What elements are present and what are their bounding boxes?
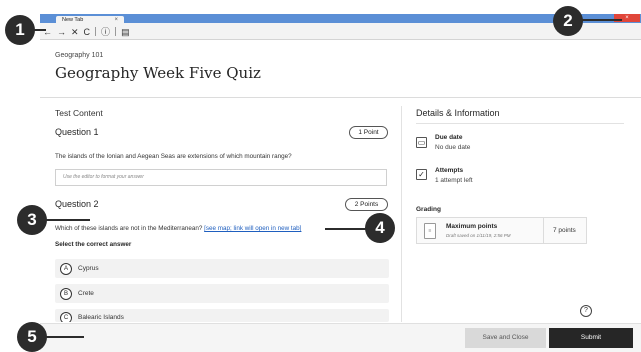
info-icon[interactable]: ⓘ: [101, 25, 110, 39]
question-1-title: Question 1: [55, 127, 99, 137]
select-answer-label: Select the correct answer: [55, 241, 132, 248]
question-2-title: Question 2: [55, 199, 99, 209]
question-2-points-badge: 2 Points: [345, 198, 388, 211]
max-points-value: 7 points: [553, 227, 576, 234]
question-1-text: The islands of the Ionian and Aegean Sea…: [55, 153, 292, 160]
forward-icon[interactable]: →: [57, 25, 66, 39]
toolbar-divider: [115, 27, 117, 36]
callout-5-line: [46, 336, 84, 338]
browser-toolbar: ← → ✕ C ⓘ ▤: [40, 24, 130, 39]
column-divider: [401, 106, 402, 322]
max-points-label: Maximum points: [446, 223, 498, 230]
callout-1-line: [34, 29, 46, 31]
map-link[interactable]: [see map; link will open in new tab]: [204, 225, 301, 232]
option-letter: A: [60, 262, 72, 275]
attempts-label: Attempts: [435, 167, 464, 174]
due-date-value: No due date: [435, 144, 471, 151]
callout-5: 5: [17, 322, 47, 352]
option-letter: C: [60, 312, 72, 322]
callout-4: 4: [365, 213, 395, 243]
section-label: Test Content: [55, 108, 103, 118]
option-text: Balearic Islands: [78, 314, 124, 321]
callout-4-line: [325, 228, 366, 230]
question-1-points-badge: 1 Point: [349, 126, 388, 139]
details-title: Details & Information: [416, 108, 500, 118]
callout-1: 1: [5, 15, 35, 45]
submit-button[interactable]: Submit: [549, 328, 633, 348]
browser-chrome: New Tab × × ← → ✕ C ⓘ ▤: [40, 14, 641, 40]
grading-label: Grading: [416, 206, 441, 213]
answer-option-a[interactable]: A Cyprus: [55, 259, 389, 278]
callout-2-line: [582, 19, 622, 21]
reader-icon[interactable]: ▤: [121, 25, 130, 39]
callout-3: 3: [17, 205, 47, 235]
option-letter: B: [60, 287, 72, 300]
help-icon[interactable]: ?: [580, 305, 592, 317]
save-and-close-button[interactable]: Save and Close: [465, 328, 546, 348]
option-text: Cyprus: [78, 265, 99, 272]
details-divider: [416, 123, 624, 124]
option-text: Crete: [78, 290, 94, 297]
answer-option-c[interactable]: C Balearic Islands: [55, 309, 389, 322]
attempts-value: 1 attempt left: [435, 177, 473, 184]
toolbar-divider: [95, 27, 97, 36]
back-icon[interactable]: ←: [43, 25, 52, 39]
grading-card: ≡ Maximum points Draft saved on 1/11/19,…: [416, 217, 587, 244]
draft-saved-text: Draft saved on 1/11/19, 2:56 PM: [446, 233, 511, 238]
reload-icon[interactable]: C: [84, 25, 91, 39]
question-2-text: Which of these islands are not in the Me…: [55, 225, 301, 232]
stop-icon[interactable]: ✕: [71, 25, 79, 39]
callout-3-line: [46, 219, 90, 221]
callout-2: 2: [553, 6, 583, 36]
question-2-prompt: Which of these islands are not in the Me…: [55, 225, 203, 232]
calendar-icon: ▭: [416, 137, 427, 148]
page-title: Geography Week Five Quiz: [55, 64, 261, 82]
answer-option-b[interactable]: B Crete: [55, 284, 389, 303]
header-divider: [40, 97, 641, 98]
tab-title: New Tab: [62, 17, 84, 23]
checkbox-icon: ✓: [416, 169, 427, 180]
document-icon: ≡: [424, 223, 436, 239]
course-name: Geography 101: [55, 52, 104, 59]
title-bar: [40, 14, 641, 23]
grading-card-divider: [543, 218, 544, 243]
answer-editor[interactable]: Use the editor to format your answer: [55, 169, 387, 186]
due-date-label: Due date: [435, 134, 463, 141]
